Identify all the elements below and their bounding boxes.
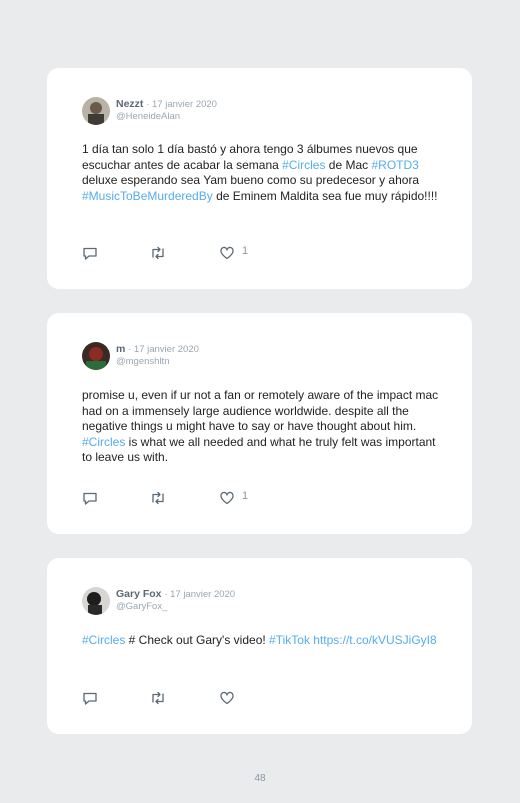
tweet-text-segment: is what we all needed and what he truly … [82,434,436,465]
author-handle[interactable]: @mgenshltn [116,356,169,367]
retweet-icon[interactable] [149,490,167,511]
page-number: 48 [254,773,266,784]
hashtag-link[interactable]: #Circles [82,633,125,647]
avatar[interactable] [82,97,110,125]
tweet-card: Nezzt · 17 janvier 2020 @HeneideAlan 1 d… [47,68,472,289]
tweet-card: Gary Fox · 17 janvier 2020 @GaryFox_ #Ci… [47,558,472,734]
like-count: 1 [242,245,249,257]
hashtag-link[interactable]: #ROTD3 [372,158,419,172]
hashtag-link[interactable]: #MusicToBeMurderedBy [82,189,213,203]
author-name[interactable]: Gary Fox [116,588,162,600]
heart-icon[interactable] [219,245,235,266]
retweet-icon[interactable] [149,690,167,711]
hashtag-link[interactable]: #Circles [282,158,325,172]
hashtag-link[interactable]: #TikTok [269,633,310,647]
author-line: Gary Fox · 17 janvier 2020 [116,588,235,600]
reply-icon[interactable] [82,245,98,266]
reply-icon[interactable] [82,690,98,711]
tweet-actions: 1 [82,490,282,506]
tweet-text: #Circles # Check out Gary's video! #TikT… [82,633,442,649]
tweet-text-segment: promise u, even if ur not a fan or remot… [82,388,439,433]
tweet-actions: 1 [82,245,282,261]
tweet-actions [82,690,282,706]
author-line: Nezzt · 17 janvier 2020 [116,98,217,110]
hashtag-link[interactable]: https://t.co/kVUSJiGyI8 [310,633,436,647]
author-handle[interactable]: @HeneideAlan [116,111,180,122]
author-line: m · 17 janvier 2020 [116,343,199,355]
author-name[interactable]: Nezzt [116,98,143,110]
tweet-date: · 17 janvier 2020 [164,589,236,600]
heart-icon[interactable] [219,690,235,711]
tweet-text-segment: de Mac [325,157,372,172]
hashtag-link[interactable]: #Circles [82,435,125,449]
avatar[interactable] [82,342,110,370]
tweet-text-segment: # Check out Gary's video! [125,633,270,647]
heart-icon[interactable] [219,490,235,511]
tweet-card: m · 17 janvier 2020 @mgenshltn promise u… [47,313,472,534]
avatar[interactable] [82,587,110,615]
tweet-text-segment: deluxe esperando sea Yam bueno como su p… [82,173,420,187]
reply-icon[interactable] [82,490,98,511]
tweet-date: · 17 janvier 2020 [146,99,217,110]
tweet-text: 1 día tan solo 1 día bastó y ahora tengo… [82,142,442,204]
author-handle[interactable]: @GaryFox_ [116,601,167,612]
author-name[interactable]: m [116,343,125,355]
tweet-date: · 17 janvier 2020 [128,344,199,355]
retweet-icon[interactable] [149,245,167,266]
like-count: 1 [242,490,249,502]
tweet-text: promise u, even if ur not a fan or remot… [82,388,442,466]
tweet-text-segment: de Eminem Maldita sea fue muy rápido!!!! [212,188,438,203]
